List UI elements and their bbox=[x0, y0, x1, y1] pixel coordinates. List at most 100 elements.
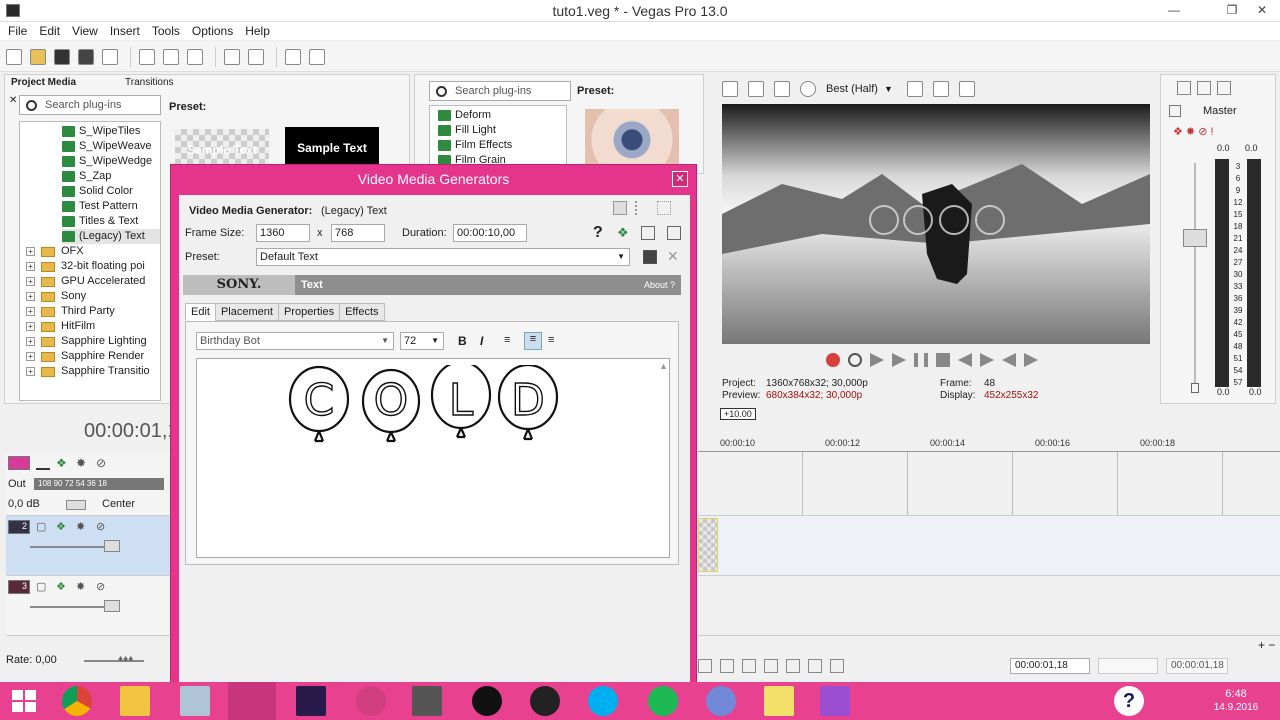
go-to-end-icon[interactable] bbox=[980, 353, 994, 367]
editor-scroll-up-icon[interactable]: ▲ bbox=[659, 361, 668, 371]
video-track-3[interactable]: 3 ▢ ❖ ✸ ⊘ bbox=[6, 576, 170, 636]
stop-icon[interactable] bbox=[936, 353, 950, 367]
app-icon[interactable] bbox=[412, 686, 442, 716]
tree-folder[interactable]: + Sapphire Transitio bbox=[26, 364, 160, 379]
save-as-icon[interactable] bbox=[78, 48, 94, 65]
mixer-fx-icon[interactable] bbox=[1197, 81, 1211, 95]
mixer-props-icon[interactable] bbox=[1177, 81, 1191, 95]
composite-icon[interactable]: ❖ bbox=[56, 520, 70, 534]
add-fx-icon[interactable]: ❖ bbox=[617, 225, 629, 241]
menu-edit[interactable]: Edit bbox=[39, 24, 60, 38]
volume-slider[interactable] bbox=[66, 500, 86, 510]
rate-slider[interactable]: ♦♦♦ bbox=[118, 654, 133, 665]
fx-gear-icon[interactable]: ✸ bbox=[76, 520, 90, 534]
tree-item[interactable]: S_WipeWeave bbox=[62, 139, 160, 154]
envelope-icon[interactable] bbox=[36, 456, 50, 470]
render-icon[interactable] bbox=[102, 48, 118, 65]
tab-effects[interactable]: Effects bbox=[339, 303, 385, 321]
text-editor[interactable]: COLD ▲ bbox=[196, 358, 670, 558]
tree-item[interactable]: Titles & Text bbox=[62, 214, 160, 229]
tab-project-media[interactable]: Project Media bbox=[11, 77, 76, 88]
chrome-icon[interactable] bbox=[62, 686, 92, 716]
mute-icon[interactable]: ⊘ bbox=[96, 580, 110, 594]
master-fader-handle[interactable] bbox=[1183, 229, 1207, 247]
motion-icon[interactable]: ▢ bbox=[36, 520, 50, 534]
tab-placement[interactable]: Placement bbox=[214, 303, 279, 321]
italic-button[interactable]: I bbox=[480, 334, 483, 348]
save-icon[interactable] bbox=[54, 48, 70, 65]
envelope-tool-icon[interactable] bbox=[720, 659, 734, 673]
tree-item[interactable]: S_Zap bbox=[62, 169, 160, 184]
about-button[interactable]: About ? bbox=[644, 275, 675, 295]
frame-width-input[interactable]: 1360 bbox=[256, 224, 310, 242]
monitor-icon[interactable] bbox=[748, 81, 764, 97]
expand-icon[interactable]: + bbox=[26, 337, 35, 346]
printer-icon[interactable] bbox=[641, 226, 655, 240]
split-screen-icon[interactable] bbox=[774, 81, 790, 97]
selection-tool-icon[interactable] bbox=[742, 659, 756, 673]
tree-item-selected[interactable]: (Legacy) Text bbox=[62, 229, 160, 244]
tree-item[interactable]: Solid Color bbox=[62, 184, 160, 199]
mute-icon[interactable]: ⊘ bbox=[96, 520, 110, 534]
ignore-grouping-icon[interactable] bbox=[830, 659, 844, 673]
mute-icon[interactable]: ⊘ bbox=[96, 456, 110, 470]
audio-lane[interactable] bbox=[698, 452, 1280, 516]
chevron-down-icon[interactable]: ▼ bbox=[884, 84, 893, 94]
zoom-icons[interactable]: + − bbox=[1258, 638, 1275, 652]
selection-length-field[interactable] bbox=[1098, 658, 1158, 674]
end-time-field[interactable]: 00:00:01,18 bbox=[1166, 658, 1228, 674]
menu-help[interactable]: Help bbox=[245, 24, 270, 38]
view-detail-icon[interactable] bbox=[613, 201, 627, 215]
video-track-2[interactable]: 2 ▢ ❖ ✸ ⊘ bbox=[6, 516, 170, 576]
copy-snapshot-icon[interactable] bbox=[932, 81, 949, 97]
opacity-slider[interactable] bbox=[104, 540, 120, 552]
preview-settings-icon[interactable] bbox=[722, 81, 738, 97]
text-event-clip[interactable] bbox=[698, 518, 718, 572]
properties-icon[interactable] bbox=[285, 48, 301, 65]
app-icon[interactable] bbox=[764, 686, 794, 716]
align-center-icon[interactable]: ≡ bbox=[524, 332, 542, 350]
copy-icon[interactable] bbox=[163, 48, 179, 65]
mixer-insert-icon[interactable] bbox=[1217, 81, 1231, 95]
close-icon[interactable]: ✕ bbox=[672, 171, 688, 187]
view-list-icon[interactable] bbox=[635, 201, 649, 215]
fx-item[interactable]: Deform bbox=[438, 108, 566, 123]
menu-view[interactable]: View bbox=[72, 24, 98, 38]
play-from-start-icon[interactable] bbox=[870, 353, 884, 367]
font-size-select[interactable]: 72 ▼ bbox=[400, 332, 444, 350]
edit-tool-icon[interactable] bbox=[698, 659, 712, 673]
tree-item[interactable]: Test Pattern bbox=[62, 199, 160, 214]
after-effects-icon[interactable] bbox=[296, 686, 326, 716]
recorder-icon[interactable] bbox=[472, 686, 502, 716]
app-icon[interactable] bbox=[180, 686, 210, 716]
eye-preset-thumb[interactable] bbox=[585, 109, 679, 165]
expand-icon[interactable]: + bbox=[26, 367, 35, 376]
motion-icon[interactable]: ▢ bbox=[36, 580, 50, 594]
menu-tools[interactable]: Tools bbox=[152, 24, 180, 38]
align-right-icon[interactable]: ≡ bbox=[548, 334, 554, 346]
save-snapshot-icon[interactable] bbox=[958, 81, 975, 97]
tree-folder[interactable]: + Sony bbox=[26, 289, 160, 304]
frame-height-input[interactable]: 768 bbox=[331, 224, 385, 242]
new-icon[interactable] bbox=[6, 48, 22, 65]
auto-ripple-icon[interactable] bbox=[786, 659, 800, 673]
save-preset-icon[interactable] bbox=[643, 250, 657, 264]
video-lane-3[interactable] bbox=[698, 576, 1280, 636]
app-icon[interactable] bbox=[356, 686, 386, 716]
expand-icon[interactable]: + bbox=[26, 292, 35, 301]
cursor-position-field[interactable]: 00:00:01,18 bbox=[1010, 658, 1090, 674]
tree-folder[interactable]: + Third Party bbox=[26, 304, 160, 319]
lock-envelopes-icon[interactable] bbox=[808, 659, 822, 673]
skype-icon[interactable] bbox=[588, 686, 618, 716]
go-to-start-icon[interactable] bbox=[958, 353, 972, 367]
menu-insert[interactable]: Insert bbox=[110, 24, 140, 38]
help-icon[interactable]: ? bbox=[1114, 686, 1144, 716]
expand-icon[interactable]: + bbox=[26, 322, 35, 331]
help-icon[interactable]: ? bbox=[593, 224, 603, 242]
start-button[interactable] bbox=[12, 690, 36, 712]
tree-item[interactable]: S_WipeWedge bbox=[62, 154, 160, 169]
fx-item[interactable]: Film Effects bbox=[438, 138, 566, 153]
cut-icon[interactable] bbox=[139, 48, 155, 65]
fx-gear-icon[interactable]: ✸ bbox=[76, 456, 90, 470]
vegas-taskbar-icon[interactable] bbox=[228, 682, 276, 720]
